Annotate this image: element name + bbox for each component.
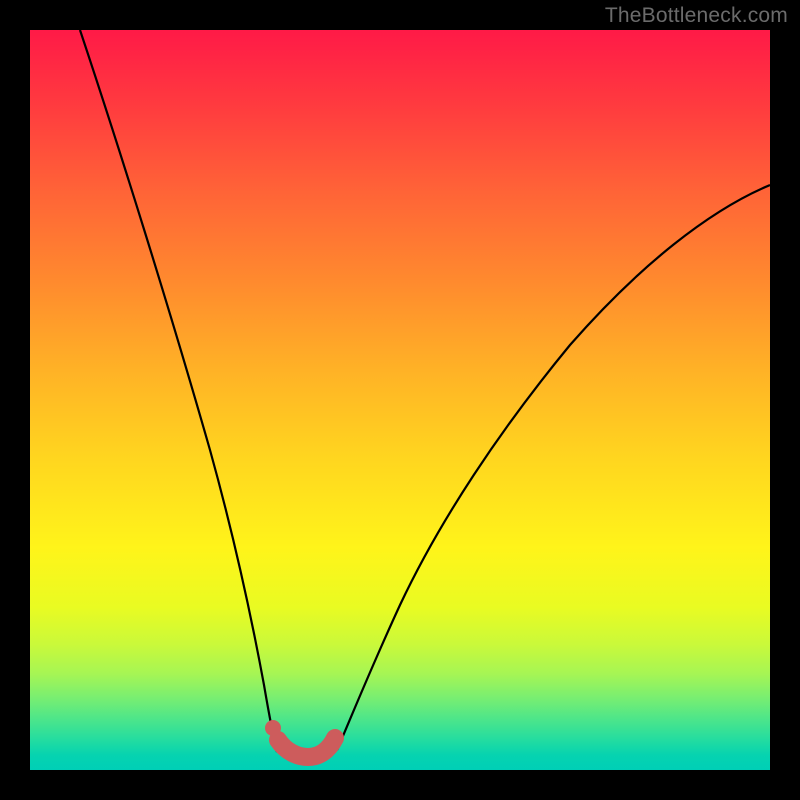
chart-frame: TheBottleneck.com <box>0 0 800 800</box>
pink-dot <box>265 720 281 736</box>
pink-valley <box>278 738 335 757</box>
left-curve <box>80 30 277 752</box>
plot-area <box>30 30 770 770</box>
right-curve <box>337 185 770 750</box>
curve-layer <box>30 30 770 770</box>
watermark-text: TheBottleneck.com <box>605 4 788 28</box>
